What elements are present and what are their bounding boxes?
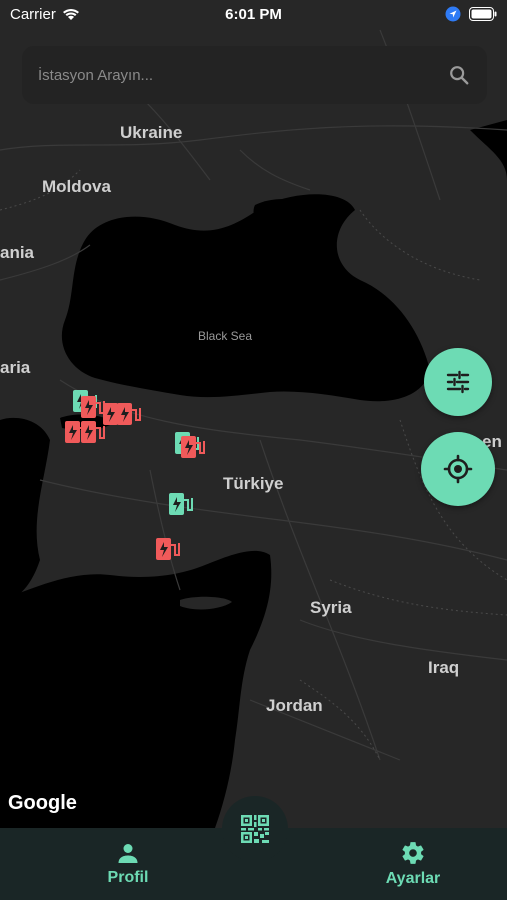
filter-button[interactable] <box>424 348 492 416</box>
locate-me-button[interactable] <box>421 432 495 506</box>
charging-station-marker[interactable] <box>178 433 208 468</box>
nav-label-profil: Profil <box>107 869 149 886</box>
map-label-bulgaria: aria <box>0 358 31 377</box>
search-bar <box>22 46 487 104</box>
status-right <box>445 6 497 22</box>
charging-station-marker[interactable] <box>166 490 196 525</box>
nav-item-profil[interactable]: Profil <box>104 828 152 900</box>
person-icon <box>118 844 138 863</box>
crosshair-icon <box>443 454 473 484</box>
nav-item-ayarlar[interactable]: Ayarlar <box>381 828 445 900</box>
map-label-turkiye: Türkiye <box>223 474 284 493</box>
sliders-icon <box>446 370 470 394</box>
qr-code-icon <box>241 815 269 843</box>
ev-charger-icon <box>117 403 141 425</box>
ev-charger-icon <box>81 421 105 443</box>
search-icon[interactable] <box>447 63 471 87</box>
charging-station-marker[interactable] <box>78 418 108 453</box>
map-label-ukraine: Ukraine <box>120 123 183 142</box>
station-search-input[interactable] <box>38 66 447 84</box>
gear-icon <box>402 842 424 864</box>
ev-charger-icon <box>156 538 180 560</box>
location-arrow-icon <box>445 6 461 22</box>
charging-station-marker[interactable] <box>114 400 144 435</box>
status-left: Carrier <box>10 6 80 23</box>
map-label-iraq: Iraq <box>428 658 460 677</box>
battery-icon <box>469 7 497 21</box>
map-label-syria: Syria <box>310 598 352 617</box>
map-label-moldova: Moldova <box>42 177 111 196</box>
map-label-jordan: Jordan <box>266 696 323 715</box>
carrier-label: Carrier <box>10 5 56 23</box>
charging-station-marker[interactable] <box>153 535 183 570</box>
wifi-icon <box>62 9 79 20</box>
qr-scan-button[interactable] <box>222 796 288 862</box>
google-attribution: Google <box>8 792 77 814</box>
map-label-romania: ania <box>0 243 35 262</box>
map-label-black-sea: Black Sea <box>198 329 253 343</box>
status-bar: Carrier 6:01 PM <box>0 0 507 28</box>
nav-label-ayarlar: Ayarlar <box>385 870 441 887</box>
ev-charger-icon <box>181 436 205 458</box>
map-view[interactable]: Ukraine Moldova ania aria Black Sea Türk… <box>0 0 507 828</box>
ev-charger-icon <box>169 493 193 515</box>
